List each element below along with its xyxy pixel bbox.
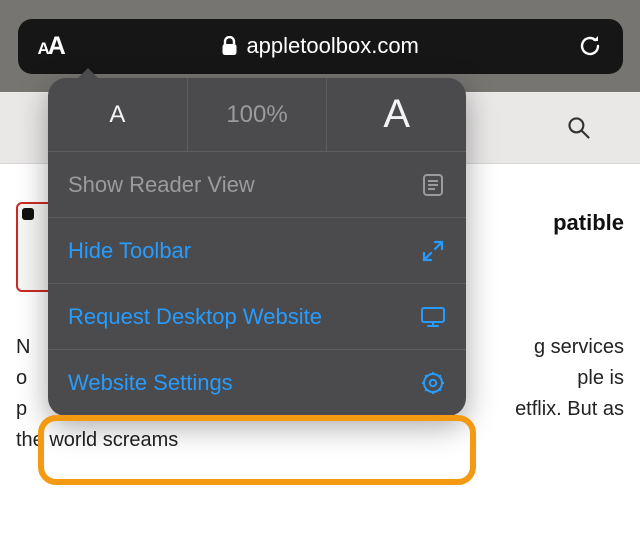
gear-icon <box>420 370 446 396</box>
reader-icon <box>420 172 446 198</box>
zoom-percent-text: 100% <box>226 101 287 129</box>
zoom-increase-label: A <box>383 92 410 137</box>
url-display[interactable]: appletoolbox.com <box>64 33 577 59</box>
zoom-decrease-button[interactable]: A <box>48 78 188 151</box>
reload-button[interactable] <box>577 33 603 59</box>
zoom-percent-display[interactable]: 100% <box>188 78 328 151</box>
text-size-small-a: A <box>38 39 48 59</box>
hide-toolbar-item[interactable]: Hide Toolbar <box>48 218 466 284</box>
request-desktop-label: Request Desktop Website <box>68 304 322 330</box>
text-size-large-a: A <box>48 32 64 61</box>
aa-popover-menu: A 100% A Show Reader View Hide Toolbar <box>48 78 466 416</box>
search-icon[interactable] <box>566 115 592 141</box>
article-title-fragment: patible <box>553 208 624 292</box>
website-settings-label: Website Settings <box>68 370 233 396</box>
text-size-button[interactable]: AA <box>38 32 64 61</box>
lock-icon <box>221 36 238 56</box>
show-reader-view-label: Show Reader View <box>68 172 255 198</box>
hide-toolbar-label: Hide Toolbar <box>68 238 191 264</box>
address-bar: AA appletoolbox.com <box>18 19 623 74</box>
request-desktop-item[interactable]: Request Desktop Website <box>48 284 466 350</box>
desktop-icon <box>420 304 446 330</box>
zoom-increase-button[interactable]: A <box>327 78 466 151</box>
zoom-row: A 100% A <box>48 78 466 152</box>
show-reader-view-item[interactable]: Show Reader View <box>48 152 466 218</box>
website-settings-item[interactable]: Website Settings <box>48 350 466 416</box>
expand-icon <box>420 238 446 264</box>
zoom-decrease-label: A <box>109 101 125 129</box>
url-text: appletoolbox.com <box>246 33 418 59</box>
